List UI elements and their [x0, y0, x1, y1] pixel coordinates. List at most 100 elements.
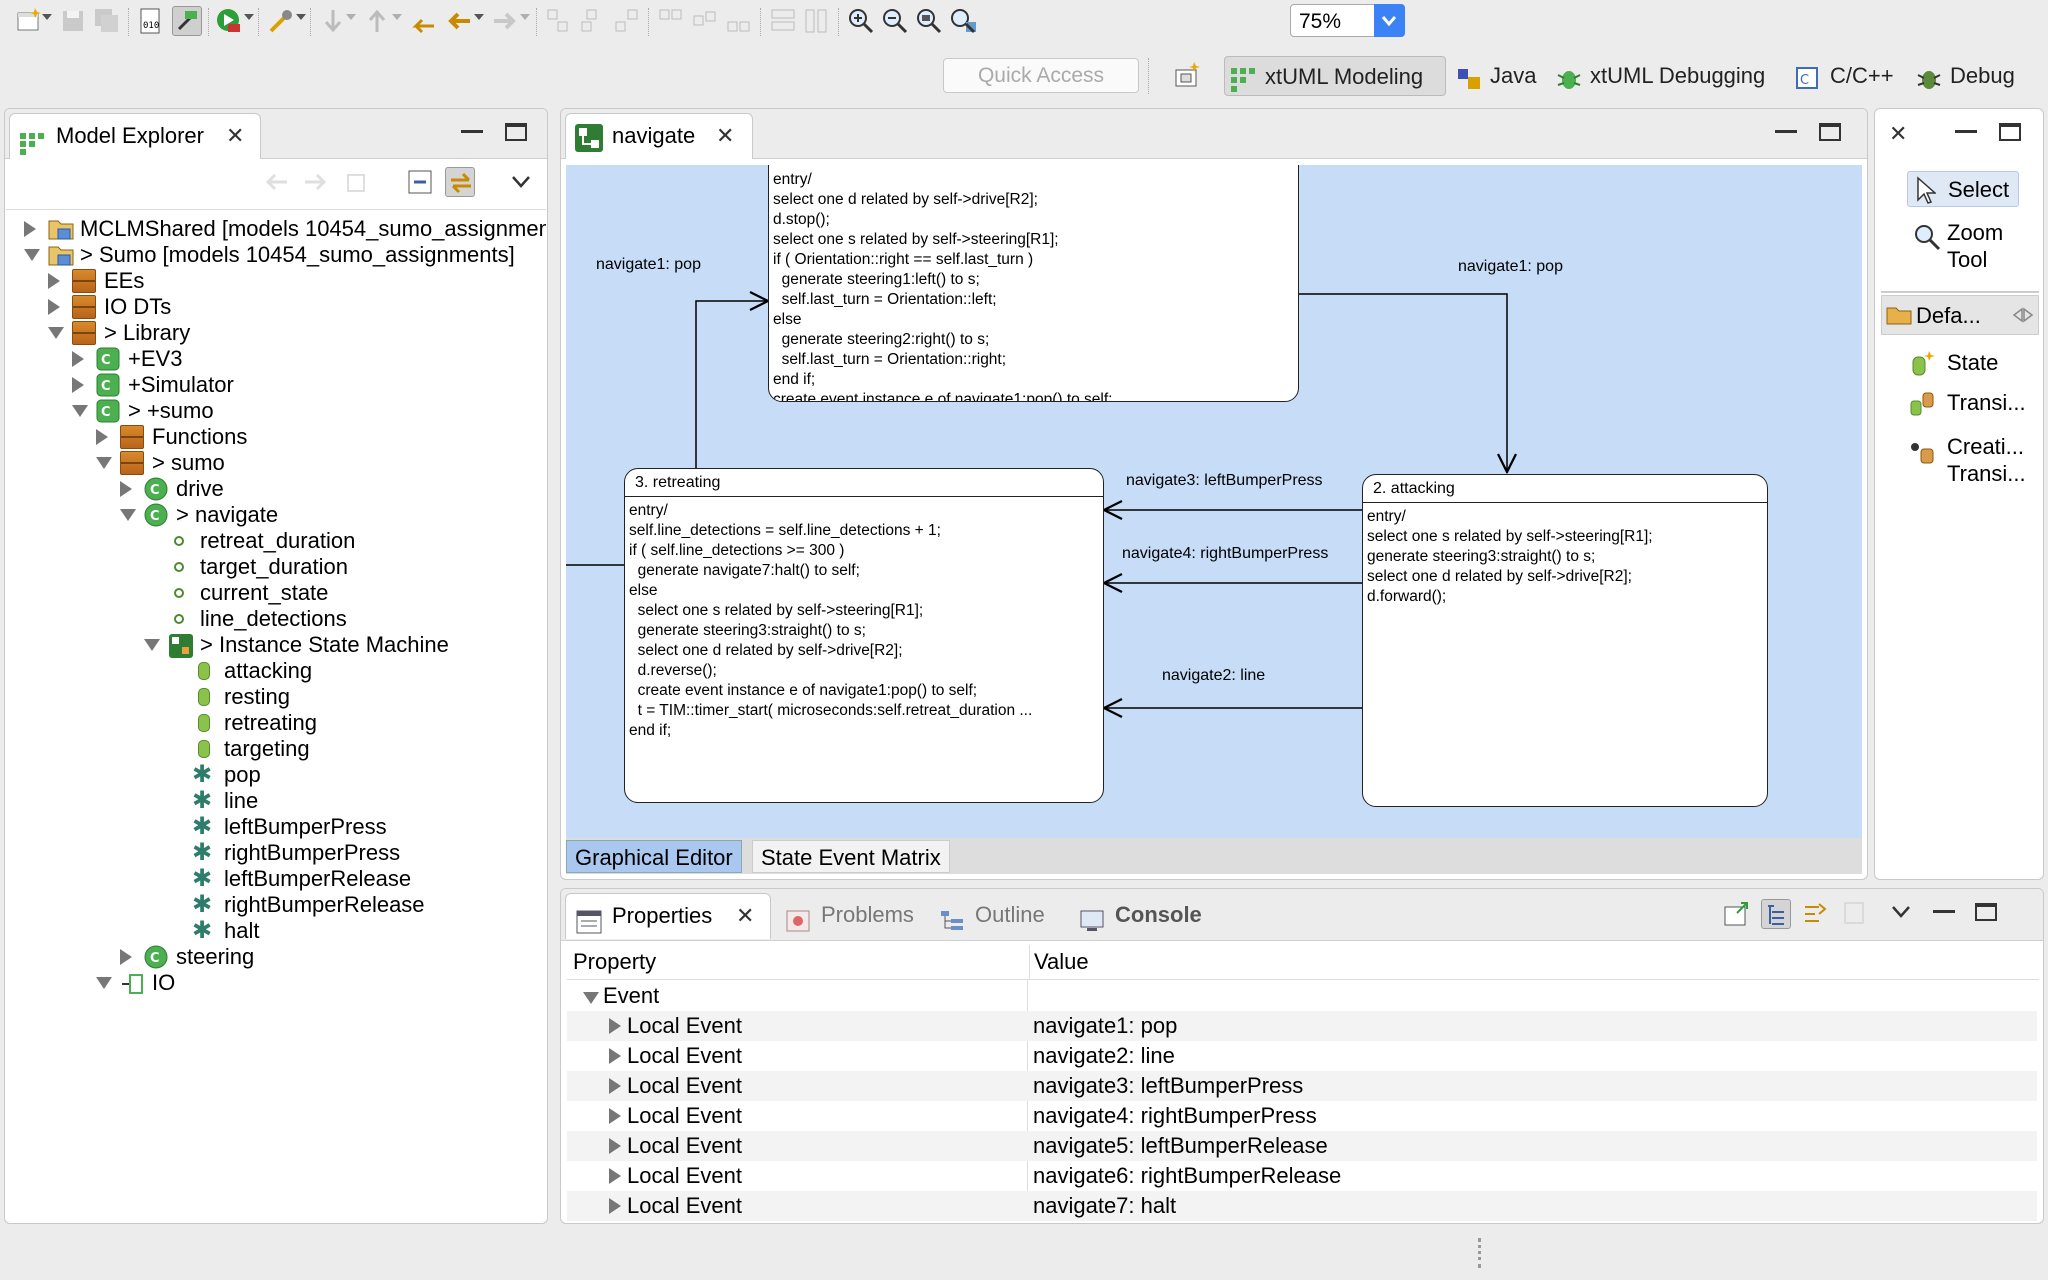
event-group-row[interactable]: Event	[567, 981, 2037, 1011]
state-retreating[interactable]: 3. retreating entry/ self.line_detection…	[624, 468, 1104, 803]
zoom-out-icon[interactable]	[880, 6, 910, 36]
collapse-all-icon[interactable]	[405, 167, 435, 197]
collapse-icon[interactable]	[96, 977, 112, 989]
table-row[interactable]: Local Event navigate7: halt	[567, 1191, 2037, 1221]
close-icon[interactable]: ✕	[716, 114, 734, 158]
table-row[interactable]: Local Event navigate5: leftBumperRelease	[567, 1131, 2037, 1161]
restore-default-icon[interactable]	[1841, 899, 1871, 929]
expand-icon[interactable]	[24, 221, 36, 237]
zoom-fit-icon[interactable]	[914, 6, 944, 36]
transition-label[interactable]: navigate4: rightBumperPress	[1122, 545, 1328, 563]
tab-state-event-matrix[interactable]: State Event Matrix	[752, 840, 950, 873]
default-drawer[interactable]: Defa...	[1881, 295, 2039, 335]
perspective-debug[interactable]: Debug	[1910, 56, 2015, 96]
expand-icon[interactable]	[120, 949, 132, 965]
minimize-icon[interactable]	[1955, 123, 1977, 133]
expand-icon[interactable]	[72, 377, 84, 393]
table-row[interactable]: Local Event navigate6: rightBumperRelease	[567, 1161, 2037, 1191]
forward-nav-icon[interactable]	[301, 167, 331, 197]
quick-access-field[interactable]: Quick Access	[943, 58, 1139, 93]
build-icon[interactable]	[172, 6, 202, 36]
forward-icon[interactable]	[490, 6, 520, 36]
tab-model-explorer[interactable]: Model Explorer ✕	[9, 113, 261, 159]
zoom-dropdown-button[interactable]	[1374, 4, 1405, 37]
transition-tool[interactable]: Transi...	[1907, 383, 2037, 425]
transition-label[interactable]: navigate1: pop	[1458, 258, 1563, 276]
expand-icon[interactable]	[48, 299, 60, 315]
state-tool[interactable]: State	[1907, 343, 2037, 381]
collapse-icon[interactable]	[120, 509, 136, 521]
align-left-icon[interactable]	[544, 6, 574, 36]
tools-dropdown-icon[interactable]	[296, 14, 306, 20]
perspective-c-cpp[interactable]: C C/C++	[1790, 56, 1894, 96]
tab-navigate[interactable]: navigate ✕	[565, 113, 753, 159]
transition-targeting-to-attacking[interactable]	[1298, 293, 1507, 472]
expand-icon[interactable]	[120, 481, 132, 497]
align-center-icon[interactable]	[578, 6, 608, 36]
tab-graphical-editor[interactable]: Graphical Editor	[566, 840, 742, 873]
match-width-icon[interactable]	[768, 6, 798, 36]
back-nav-icon[interactable]	[261, 167, 291, 197]
state-machine-canvas[interactable]: entry/ select one d related by self->dri…	[566, 165, 1862, 838]
collapse-icon[interactable]	[24, 249, 40, 261]
previous-annotation-icon[interactable]	[362, 6, 392, 36]
expand-icon[interactable]	[72, 351, 84, 367]
run-icon[interactable]	[214, 6, 244, 36]
tree-item[interactable]: IO	[6, 966, 546, 1000]
collapse-icon[interactable]	[72, 405, 88, 417]
tab-console[interactable]: Console	[1069, 893, 1219, 939]
collapse-icon[interactable]	[144, 639, 160, 651]
transition-retreating-to-targeting[interactable]	[695, 301, 768, 468]
expand-icon[interactable]	[609, 1018, 621, 1034]
show-advanced-icon[interactable]	[1801, 899, 1831, 929]
perspective-java[interactable]: Java	[1450, 56, 1536, 96]
zoom-selection-icon[interactable]	[948, 6, 978, 36]
transition-label[interactable]: navigate2: line	[1162, 667, 1265, 685]
pin-view-icon[interactable]	[1721, 899, 1751, 929]
close-icon[interactable]: ✕	[736, 894, 754, 938]
maximize-icon[interactable]	[1975, 903, 1997, 921]
show-categories-icon[interactable]	[1761, 899, 1791, 929]
new-dropdown-icon[interactable]	[42, 14, 52, 20]
table-row[interactable]: Local Event navigate2: line	[567, 1041, 2037, 1071]
perspective-xtuml-debugging[interactable]: xtUML Debugging	[1550, 56, 1765, 96]
back-icon[interactable]	[444, 6, 474, 36]
open-perspective-icon[interactable]	[1172, 60, 1202, 90]
transition-label[interactable]: navigate1: pop	[596, 256, 701, 274]
align-right-icon[interactable]	[612, 6, 642, 36]
expand-icon[interactable]	[609, 1198, 621, 1214]
binary-icon[interactable]: 010	[136, 6, 166, 36]
match-height-icon[interactable]	[802, 6, 832, 36]
minimize-icon[interactable]	[461, 123, 483, 133]
zoom-tool[interactable]: Zoom Tool	[1907, 219, 2027, 275]
save-icon[interactable]	[58, 6, 88, 36]
table-row[interactable]: Local Event navigate4: rightBumperPress	[567, 1101, 2037, 1131]
home-nav-icon[interactable]	[341, 167, 371, 197]
tab-outline[interactable]: Outline	[929, 893, 1065, 939]
expand-icon[interactable]	[609, 1048, 621, 1064]
save-all-icon[interactable]	[92, 6, 122, 36]
last-edit-icon[interactable]	[408, 6, 438, 36]
zoom-in-icon[interactable]	[846, 6, 876, 36]
minimize-icon[interactable]	[1775, 123, 1797, 133]
maximize-icon[interactable]	[505, 123, 527, 141]
external-tools-icon[interactable]	[266, 6, 296, 36]
minimize-icon[interactable]	[1933, 903, 1955, 913]
table-row[interactable]: Local Event navigate3: leftBumperPress	[567, 1071, 2037, 1101]
expand-icon[interactable]	[609, 1078, 621, 1094]
align-bottom-icon[interactable]	[724, 6, 754, 36]
creation-transition-tool[interactable]: Creati... Transi...	[1907, 431, 2043, 491]
tab-problems[interactable]: Problems	[775, 893, 925, 939]
collapse-icon[interactable]	[96, 457, 112, 469]
close-icon[interactable]: ✕	[1889, 121, 1907, 147]
transition-label[interactable]: navigate3: leftBumperPress	[1126, 472, 1323, 490]
align-middle-icon[interactable]	[690, 6, 720, 36]
new-wizard-icon[interactable]	[14, 6, 44, 36]
table-row[interactable]: Local Event navigate1: pop	[567, 1011, 2037, 1041]
collapse-icon[interactable]	[48, 327, 64, 339]
tab-properties[interactable]: Properties ✕	[565, 893, 771, 939]
expand-icon[interactable]	[96, 429, 108, 445]
link-with-editor-icon[interactable]	[445, 167, 475, 197]
next-annotation-icon[interactable]	[318, 6, 348, 36]
maximize-icon[interactable]	[1819, 123, 1841, 141]
